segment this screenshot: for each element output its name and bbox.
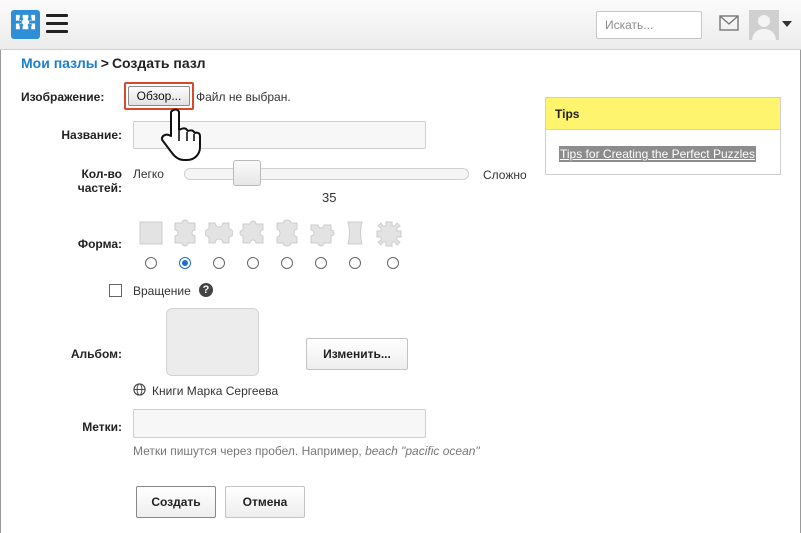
shape-radio-classic-4[interactable]: [281, 257, 293, 269]
page-title: Создать пазл: [111, 55, 206, 71]
avatar-icon[interactable]: [749, 10, 779, 40]
album-name: Книги Марка Сергеева: [152, 384, 279, 398]
cancel-button[interactable]: Отмена: [225, 486, 305, 518]
pieces-slider-handle[interactable]: [233, 160, 261, 186]
shape-radio-curved[interactable]: [349, 257, 361, 269]
shape-gear-icon[interactable]: [375, 219, 403, 247]
shape-classic-icon[interactable]: [171, 219, 199, 247]
shape-radio-classic-2[interactable]: [213, 257, 225, 269]
tags-input[interactable]: [133, 409, 426, 438]
help-icon[interactable]: ?: [199, 283, 213, 297]
hand-cursor-icon: [160, 108, 201, 161]
pieces-value: 35: [322, 190, 337, 205]
shape-classic-2-icon[interactable]: [205, 219, 233, 247]
shape-classic-5-icon[interactable]: [307, 219, 335, 247]
pieces-label-line1: Кол-во: [81, 167, 122, 181]
shape-radio-classic-3[interactable]: [247, 257, 259, 269]
search-input[interactable]: [596, 11, 702, 39]
file-status: Файл не выбран.: [196, 90, 291, 104]
album-thumbnail: [166, 308, 259, 376]
mail-icon[interactable]: [719, 15, 739, 31]
breadcrumb: Мои пазлы > Создать пазл: [21, 55, 205, 71]
tips-link[interactable]: Tips for Creating the Perfect Puzzles: [559, 146, 756, 162]
tags-hint: Метки пишутся через пробел. Например, be…: [133, 444, 480, 458]
rotation-checkbox[interactable]: [109, 284, 122, 297]
shape-square-icon[interactable]: [137, 219, 165, 247]
pieces-slider-track[interactable]: [184, 168, 469, 180]
tips-title: Tips: [546, 98, 780, 130]
pieces-label: Кол-во частей:: [62, 167, 122, 195]
shape-radio-classic[interactable]: [179, 257, 191, 269]
browse-highlight: Обзор...: [124, 82, 194, 110]
tags-hint-example: beach "pacific ocean": [365, 444, 480, 458]
slider-max-label: Сложно: [483, 168, 527, 182]
shape-classic-4-icon[interactable]: [273, 219, 301, 247]
rotation-label: Вращение: [133, 284, 191, 298]
top-bar: [0, 0, 801, 50]
image-label: Изображение:: [21, 90, 105, 104]
shape-radio-gear[interactable]: [387, 257, 399, 269]
shape-radio-classic-5[interactable]: [315, 257, 327, 269]
tags-label: Метки:: [82, 420, 122, 434]
browse-button[interactable]: Обзор...: [128, 86, 190, 106]
globe-icon: [133, 383, 146, 396]
breadcrumb-my-puzzles-link[interactable]: Мои пазлы: [21, 55, 98, 71]
breadcrumb-separator: >: [100, 55, 109, 71]
tips-panel: Tips Tips for Creating the Perfect Puzzl…: [545, 97, 781, 175]
tags-hint-text: Метки пишутся через пробел. Например,: [133, 444, 366, 458]
shape-curved-icon[interactable]: [341, 219, 369, 247]
puzzle-logo-icon[interactable]: [11, 10, 40, 39]
create-button[interactable]: Создать: [136, 486, 216, 518]
hamburger-menu-icon[interactable]: [46, 14, 68, 34]
name-label: Название:: [61, 128, 122, 142]
shape-classic-3-icon[interactable]: [239, 219, 267, 247]
change-album-button[interactable]: Изменить...: [306, 338, 408, 370]
album-label: Альбом:: [70, 347, 122, 361]
shape-radio-square[interactable]: [145, 257, 157, 269]
shape-label: Форма:: [77, 237, 122, 251]
dropdown-caret-icon[interactable]: [782, 21, 792, 27]
slider-min-label: Легко: [133, 167, 164, 181]
pieces-label-line2: частей:: [77, 181, 122, 195]
